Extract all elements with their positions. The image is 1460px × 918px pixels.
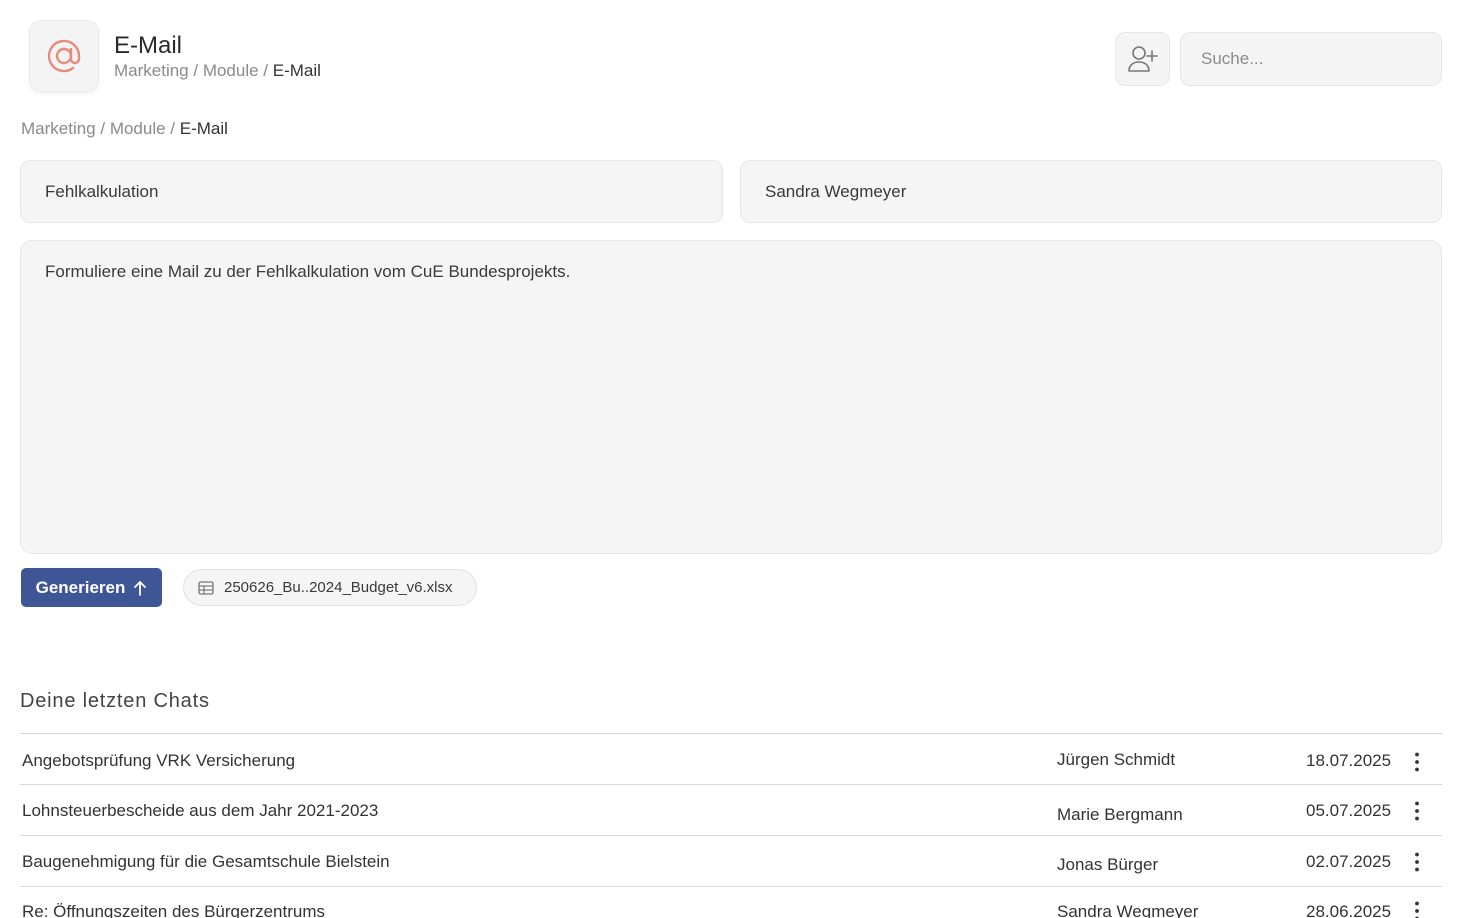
- recipient-field[interactable]: Sandra Wegmeyer: [740, 160, 1442, 223]
- chat-person: Jürgen Schmidt: [1057, 750, 1176, 769]
- chat-date: 18.07.2025: [1306, 751, 1392, 770]
- chat-person: Jonas Bürger: [1057, 855, 1159, 874]
- subject-field[interactable]: Fehlkalkulation: [20, 160, 723, 223]
- more-vertical-icon: [1415, 901, 1419, 918]
- breadcrumb-separator: /: [258, 61, 273, 80]
- breadcrumb-current: E-Mail: [272, 61, 321, 80]
- at-sign-icon: [47, 39, 81, 73]
- app-title: E-Mail: [114, 32, 183, 59]
- chat-title: Lohnsteuerbescheide aus dem Jahr 2021-20…: [22, 801, 379, 820]
- attachment-filename: 250626_Bu..2024_Budget_v6.xlsx: [224, 579, 453, 596]
- app-logo: [29, 20, 99, 92]
- arrow-up-icon: [134, 580, 147, 596]
- more-vertical-icon: [1415, 852, 1419, 872]
- chat-title: Angebotsprüfung VRK Versicherung: [22, 751, 296, 770]
- breadcrumb-marketing[interactable]: Marketing: [21, 119, 96, 138]
- more-options-button[interactable]: [1406, 800, 1428, 822]
- chat-row[interactable]: Angebotsprüfung VRK Versicherung Jürgen …: [20, 733, 1442, 784]
- attachment-chip[interactable]: 250626_Bu..2024_Budget_v6.xlsx: [183, 569, 477, 606]
- recent-chats-list: Angebotsprüfung VRK Versicherung Jürgen …: [20, 733, 1442, 918]
- chat-title: Re: Öffnungszeiten des Bürgerzentrums: [22, 902, 326, 918]
- chat-title: Baugenehmigung für die Gesamtschule Biel…: [22, 852, 390, 871]
- chat-row[interactable]: Baugenehmigung für die Gesamtschule Biel…: [20, 835, 1442, 886]
- chat-date: 05.07.2025: [1306, 801, 1392, 820]
- page: E-Mail Marketing / Module / E-Mail Marke…: [0, 0, 1460, 918]
- chat-person: Sandra Wegmeyer: [1057, 902, 1199, 918]
- breadcrumb-current: E-Mail: [179, 119, 228, 138]
- more-options-button[interactable]: [1406, 900, 1428, 918]
- breadcrumb-marketing[interactable]: Marketing: [114, 61, 189, 80]
- add-user-button[interactable]: [1115, 32, 1170, 86]
- breadcrumb-module[interactable]: Module: [110, 119, 166, 138]
- spreadsheet-icon: [198, 580, 214, 595]
- page-breadcrumb: Marketing / Module / E-Mail: [21, 119, 228, 139]
- breadcrumb-separator: /: [165, 119, 180, 138]
- subject-value: Fehlkalkulation: [45, 181, 159, 201]
- user-plus-icon: [1127, 46, 1158, 72]
- more-vertical-icon: [1415, 801, 1419, 821]
- generate-label: Generieren: [35, 577, 126, 597]
- breadcrumb-separator: /: [188, 61, 203, 80]
- more-options-button[interactable]: [1406, 751, 1428, 773]
- chat-date: 28.06.2025: [1306, 902, 1392, 918]
- chat-row[interactable]: Lohnsteuerbescheide aus dem Jahr 2021-20…: [20, 784, 1442, 835]
- more-options-button[interactable]: [1406, 851, 1428, 873]
- generate-button[interactable]: Generieren: [21, 568, 162, 607]
- header-breadcrumb: Marketing / Module / E-Mail: [114, 61, 321, 81]
- recent-chats-title: Deine letzten Chats: [20, 690, 210, 712]
- breadcrumb-separator: /: [95, 119, 110, 138]
- search-input[interactable]: [1180, 32, 1442, 86]
- chat-date: 02.07.2025: [1306, 852, 1392, 871]
- recipient-value: Sandra Wegmeyer: [765, 181, 907, 201]
- chat-person: Marie Bergmann: [1057, 805, 1183, 824]
- more-vertical-icon: [1415, 752, 1419, 772]
- prompt-text: Formuliere eine Mail zu der Fehlkalkulat…: [45, 262, 571, 281]
- prompt-textarea[interactable]: Formuliere eine Mail zu der Fehlkalkulat…: [20, 240, 1442, 554]
- breadcrumb-module[interactable]: Module: [203, 61, 259, 80]
- chat-row[interactable]: Re: Öffnungszeiten des Bürgerzentrums Sa…: [20, 886, 1442, 918]
